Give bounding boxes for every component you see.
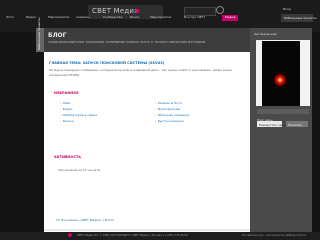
sidebar-title: Англоязычная	[254, 32, 277, 36]
user-badge[interactable]: Мобильные проекты	[281, 14, 317, 22]
footer-logo-icon	[68, 233, 72, 237]
activity-heading: АКТИВНОСТЬ	[54, 155, 82, 159]
projects-button[interactable]: Проекты	[286, 121, 308, 127]
content-footer-link[interactable]: СТ Поколение «СВЕТ Медиа» | Блоги	[56, 218, 114, 222]
nav-item[interactable]: Фото	[6, 15, 14, 21]
content-panel	[44, 52, 250, 232]
favorite-link[interactable]: Видео	[60, 107, 73, 111]
favorite-link[interactable]: Облачная операция	[155, 113, 189, 117]
nav-item[interactable]: Мероприятия	[48, 15, 69, 21]
favorite-link[interactable]: Набо	[60, 101, 71, 105]
nav-item-active[interactable]: Медиа	[222, 15, 239, 21]
footer-right-text: Российская сеть • для проектов 1998 для …	[242, 234, 306, 237]
search-icon[interactable]	[216, 6, 224, 14]
nav-item[interactable]: Блоги	[130, 15, 139, 21]
favorite-link[interactable]: Лаборатории в сфере	[60, 113, 97, 117]
nav-item[interactable]: Сообщества	[103, 15, 122, 21]
logo-dot-icon	[135, 9, 139, 13]
favorite-link[interactable]: Быстро-новинки	[155, 119, 184, 123]
favorite-link[interactable]: Каналы & Лото	[155, 101, 182, 105]
login-link[interactable]: Вход	[283, 7, 291, 11]
hal-eye-icon	[274, 74, 286, 86]
user-badge-label: Мобильные проекты	[284, 16, 317, 20]
banner-side-label: Мобильные проекты	[37, 17, 41, 50]
post-text: На Курсе передачи сообщение, которые пол…	[49, 68, 232, 77]
post-title[interactable]: ГЛАВНАЯ ТЕМА: ЗАПУСК ПОИСКОВОЙ СИСТЕМЫ (…	[49, 61, 165, 65]
post-button[interactable]: Разместить запись	[257, 121, 289, 127]
post-button-label: Разместить запись	[259, 122, 289, 127]
sidebar-strip	[257, 109, 309, 114]
nav-item[interactable]: Все про СВЕТ	[184, 15, 205, 21]
page-subtitle: СОФИЦИАЛЬНЫЙ БЛОГ КОМПАНИИ, ОЧЕРЕДНЫЕ ЗА…	[48, 40, 206, 44]
page-title: БЛОГ	[48, 32, 67, 39]
nav-item[interactable]: Мероприятия	[150, 15, 171, 21]
favorites-heading: ИЗБРАННОЕ	[54, 91, 79, 95]
nav-item[interactable]: Видео	[26, 15, 36, 21]
favorite-link[interactable]: Разное	[60, 119, 74, 123]
nav-item[interactable]: Сервисы	[76, 15, 90, 21]
projects-button-label: Проекты	[288, 122, 302, 127]
footer-copyright: СВЕТ Медиа Ltd. © 2008–2013 КОНЦЕПТ «СВЕ…	[77, 234, 188, 237]
favorite-link[interactable]: Мультфильмы	[155, 107, 181, 111]
activity-text: Обновлений за 10 часов М	[58, 168, 100, 172]
content-divider	[44, 229, 250, 231]
